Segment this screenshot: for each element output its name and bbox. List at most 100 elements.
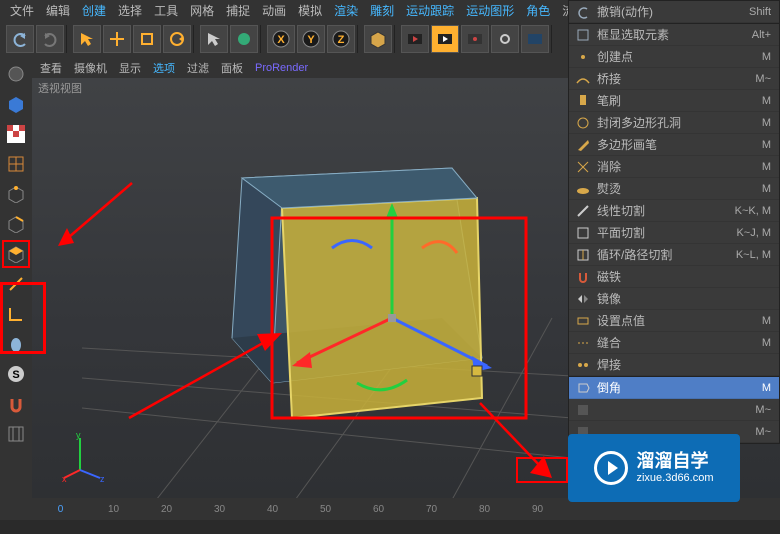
menu-3[interactable]: 选择: [112, 0, 148, 21]
render-out-icon[interactable]: [461, 25, 489, 53]
settings-icon[interactable]: [491, 25, 519, 53]
ctx-shortcut: K~J, M: [736, 227, 773, 239]
scale-icon[interactable]: [133, 25, 161, 53]
vp-tab-0[interactable]: 查看: [40, 60, 62, 76]
svg-text:X: X: [277, 34, 285, 46]
undo-icon[interactable]: [6, 25, 34, 53]
ctx-iron[interactable]: 熨烫M: [569, 178, 779, 200]
menu-5[interactable]: 网格: [184, 0, 220, 21]
menu-12[interactable]: 运动图形: [460, 0, 520, 21]
ctx-bevel[interactable]: 倒角M: [569, 377, 779, 399]
menu-13[interactable]: 角色: [520, 0, 556, 21]
poly-pen-icon: [575, 137, 591, 153]
checker-icon[interactable]: [2, 120, 30, 148]
tick-90[interactable]: 90: [511, 504, 564, 515]
menu-11[interactable]: 运动跟踪: [400, 0, 460, 21]
ctx-set-point[interactable]: 设置点值M: [569, 310, 779, 332]
ctx-weld[interactable]: 焊接: [569, 354, 779, 376]
prim-cube-icon[interactable]: [364, 25, 392, 53]
ctx-frame[interactable]: 框显选取元素Alt+: [569, 24, 779, 46]
render-icon[interactable]: [401, 25, 429, 53]
grid-icon[interactable]: [2, 150, 30, 178]
tick-30[interactable]: 30: [193, 504, 246, 515]
magnet-icon[interactable]: [2, 390, 30, 418]
tick-50[interactable]: 50: [299, 504, 352, 515]
tick-70[interactable]: 70: [405, 504, 458, 515]
menu-0[interactable]: 文件: [4, 0, 40, 21]
menu-1[interactable]: 编辑: [40, 0, 76, 21]
menu-9[interactable]: 渲染: [328, 0, 364, 21]
svg-text:Y: Y: [307, 34, 315, 46]
model-icon[interactable]: [2, 60, 30, 88]
ctx-label: 多边形画笔: [597, 136, 756, 153]
y-icon[interactable]: Y: [297, 25, 325, 53]
vp-tab-4[interactable]: 过滤: [187, 60, 209, 76]
tick-40[interactable]: 40: [246, 504, 299, 515]
preview-icon[interactable]: [431, 25, 459, 53]
ctx-point[interactable]: 创建点M: [569, 46, 779, 68]
redo-icon[interactable]: [36, 25, 64, 53]
ctx-label: 线性切割: [597, 202, 729, 219]
ctx-magnet[interactable]: 磁铁: [569, 266, 779, 288]
tick-20[interactable]: 20: [140, 504, 193, 515]
ctx-label: 封闭多边形孔洞: [597, 114, 756, 131]
ctx-mirror[interactable]: 镜像: [569, 288, 779, 310]
set-point-icon: [575, 313, 591, 329]
svg-text:z: z: [100, 474, 105, 482]
ctx-knife[interactable]: 线性切割K~K, M: [569, 200, 779, 222]
axis-gizmo[interactable]: y x z: [62, 432, 112, 482]
tick-0[interactable]: 0: [34, 504, 87, 515]
x-icon[interactable]: X: [267, 25, 295, 53]
z-icon[interactable]: Z: [327, 25, 355, 53]
menu-7[interactable]: 动画: [256, 0, 292, 21]
vp-tab-2[interactable]: 显示: [119, 60, 141, 76]
ctx-label: 焊接: [597, 356, 765, 373]
edge-icon[interactable]: [2, 210, 30, 238]
take-icon[interactable]: [521, 25, 549, 53]
menu-10[interactable]: 雕刻: [364, 0, 400, 21]
point-icon[interactable]: [2, 180, 30, 208]
ctx-label: 磁铁: [597, 268, 765, 285]
vp-tab-3[interactable]: 选项: [153, 60, 175, 76]
live-icon[interactable]: [230, 25, 258, 53]
ctx-shortcut: M: [762, 382, 773, 394]
rotate-icon[interactable]: [163, 25, 191, 53]
axis-icon[interactable]: [2, 270, 30, 298]
menu-6[interactable]: 捕捉: [220, 0, 256, 21]
ctx-plane-cut[interactable]: 平面切割K~J, M: [569, 222, 779, 244]
mesh-icon[interactable]: [2, 420, 30, 448]
arrow-icon[interactable]: [73, 25, 101, 53]
ctx-stitch[interactable]: 缝合M: [569, 332, 779, 354]
ctx-brush[interactable]: 笔刷M: [569, 90, 779, 112]
ctx-sub[interactable]: M~: [569, 399, 779, 421]
tick-80[interactable]: 80: [458, 504, 511, 515]
ctx-undo[interactable]: 撤销(动作)Shift: [569, 1, 779, 23]
pick-icon[interactable]: [200, 25, 228, 53]
ctx-bridge[interactable]: 桥接M~: [569, 68, 779, 90]
ctx-label: 桥接: [597, 70, 749, 87]
menu-8[interactable]: 模拟: [292, 0, 328, 21]
ctx-dissolve[interactable]: 消除M: [569, 156, 779, 178]
ctx-loop-cut[interactable]: 循环/路径切割K~L, M: [569, 244, 779, 266]
poly-icon[interactable]: [2, 240, 30, 268]
s-icon[interactable]: S: [2, 360, 30, 388]
menu-4[interactable]: 工具: [148, 0, 184, 21]
vp-tab-5[interactable]: 面板: [221, 60, 243, 76]
vp-tab-6[interactable]: ProRender: [255, 62, 308, 74]
vp-tab-1[interactable]: 摄像机: [74, 60, 107, 76]
tex-icon[interactable]: [2, 90, 30, 118]
ctx-label: 镜像: [597, 290, 765, 307]
move-icon[interactable]: [103, 25, 131, 53]
ctx-shortcut: M: [762, 183, 773, 195]
menu-2[interactable]: 创建: [76, 0, 112, 21]
watermark: 溜溜自学 zixue.3d66.com: [568, 434, 740, 502]
ctx-poly-pen[interactable]: 多边形画笔M: [569, 134, 779, 156]
tick-10[interactable]: 10: [87, 504, 140, 515]
tick-60[interactable]: 60: [352, 504, 405, 515]
weld-icon: [575, 357, 591, 373]
ctx-close-hole[interactable]: 封闭多边形孔洞M: [569, 112, 779, 134]
mouse-icon[interactable]: [2, 330, 30, 358]
ctx-label: 创建点: [597, 48, 756, 65]
ctx-shortcut: M: [762, 315, 773, 327]
corner-icon[interactable]: [2, 300, 30, 328]
